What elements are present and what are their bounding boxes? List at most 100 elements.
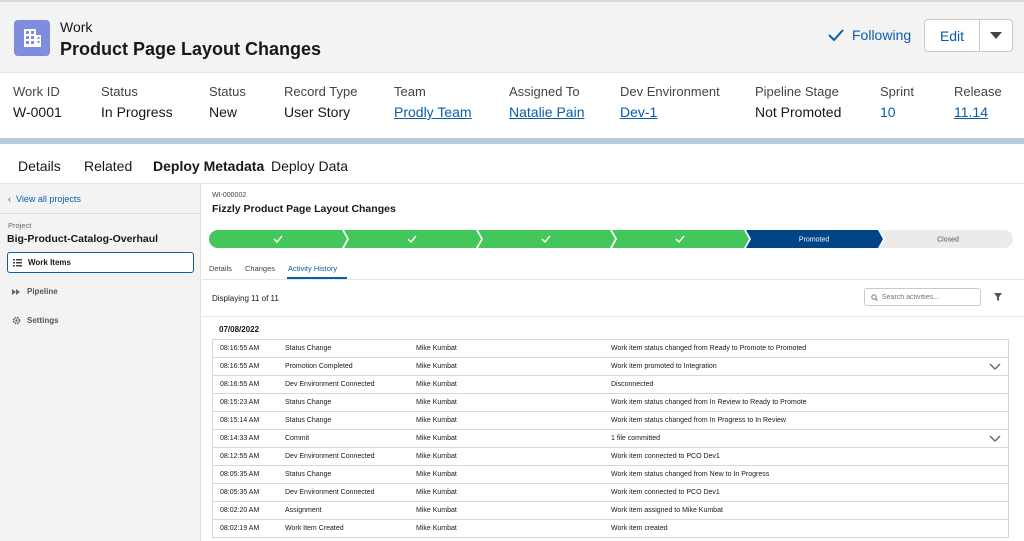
row-time: 08:05:35 AM xyxy=(220,489,260,496)
object-label: Work xyxy=(60,19,93,35)
table-row: 08:05:35 AM Status Change Mike Kumbat Work … xyxy=(213,466,1008,484)
search-activities[interactable] xyxy=(864,288,981,306)
expand-chevron-icon[interactable] xyxy=(988,360,1002,374)
row-event: Assignment xyxy=(285,507,322,514)
field-label: Team xyxy=(394,84,426,99)
table-row: 08:16:55 AM Dev Environment Connected Mike… xyxy=(213,376,1008,394)
building-icon xyxy=(14,20,50,56)
field-status: Status In Progress xyxy=(101,84,173,120)
release-link[interactable]: 11.14 xyxy=(954,104,1002,120)
field-release: Release 11.14 xyxy=(954,84,1002,120)
team-link[interactable]: Prodly Team xyxy=(394,104,472,120)
pipeline-icon xyxy=(12,288,20,295)
row-time: 08:16:55 AM xyxy=(220,345,260,352)
tab-related[interactable]: Related xyxy=(84,158,132,174)
table-row[interactable]: 08:14:33 AM Commit Mike Kumbat 1 file commi… xyxy=(213,430,1008,448)
row-user: Mike Kumbat xyxy=(416,417,457,424)
field-team: Team Prodly Team xyxy=(394,84,472,120)
row-user: Mike Kumbat xyxy=(416,525,457,532)
work-item-id: WI-000002 xyxy=(212,192,247,199)
tab-deploy-metadata[interactable]: Deploy Metadata xyxy=(153,158,264,174)
path-stage-2[interactable] xyxy=(344,230,481,248)
edit-button[interactable]: Edit xyxy=(924,19,980,52)
main-panel: WI-000002 Fizzly Product Page Layout Cha… xyxy=(202,184,1024,541)
project-label: Project xyxy=(8,221,32,230)
sidebar-item-label: Pipeline xyxy=(27,287,58,296)
path-stage-label: Promoted xyxy=(799,237,829,244)
field-sprint: Sprint 10 xyxy=(880,84,914,120)
row-event: Status Change xyxy=(285,417,332,424)
subtab-activity-history[interactable]: Activity History xyxy=(288,264,337,273)
path-stage-1[interactable] xyxy=(209,230,347,248)
row-description: Work item promoted to Integration xyxy=(611,363,717,370)
row-event: Work Item Created xyxy=(285,525,344,532)
table-row: 08:15:23 AM Status Change Mike Kumbat Work … xyxy=(213,394,1008,412)
tab-deploy-data[interactable]: Deploy Data xyxy=(271,158,348,174)
dev-environment-link[interactable]: Dev-1 xyxy=(620,104,720,120)
more-actions-button[interactable] xyxy=(979,19,1013,52)
filter-button[interactable] xyxy=(990,289,1006,305)
field-label: Sprint xyxy=(880,84,914,99)
field-label: Dev Environment xyxy=(620,84,720,99)
following-label: Following xyxy=(852,27,912,43)
list-icon xyxy=(13,258,22,266)
field-value: W-0001 xyxy=(13,104,62,120)
row-time: 08:02:20 AM xyxy=(220,507,260,514)
sidebar-item-settings[interactable]: Settings xyxy=(7,310,194,331)
path-stage-4[interactable] xyxy=(612,230,749,248)
row-description: Work item assigned to Mike Kumbat xyxy=(611,507,723,514)
search-input[interactable] xyxy=(882,293,972,301)
work-item-title: Fizzly Product Page Layout Changes xyxy=(212,203,396,215)
view-all-projects-link[interactable]: ‹ View all projects xyxy=(8,194,81,204)
row-user: Mike Kumbat xyxy=(416,345,457,352)
row-user: Mike Kumbat xyxy=(416,363,457,370)
divider xyxy=(202,279,1024,280)
path-stage-3[interactable] xyxy=(478,230,615,248)
tab-details[interactable]: Details xyxy=(18,158,61,174)
following-button[interactable]: Following xyxy=(828,27,911,43)
gear-icon xyxy=(12,316,21,325)
sprint-link[interactable]: 10 xyxy=(880,104,914,120)
row-description: Work item status changed from Ready to P… xyxy=(611,345,807,352)
subtab-changes[interactable]: Changes xyxy=(245,264,275,273)
row-time: 08:16:55 AM xyxy=(220,381,260,388)
row-description: Work item status changed from In Progres… xyxy=(611,417,786,424)
table-row[interactable]: 08:16:55 AM Promotion Completed Mike Kumba… xyxy=(213,358,1008,376)
sidebar-item-label: Settings xyxy=(27,316,59,325)
row-time: 08:15:14 AM xyxy=(220,417,260,424)
sidebar-item-label: Work Items xyxy=(28,258,71,267)
displaying-count: Displaying 11 of 11 xyxy=(212,294,279,303)
divider xyxy=(202,316,1024,317)
field-dev-environment: Dev Environment Dev-1 xyxy=(620,84,720,120)
subtab-details[interactable]: Details xyxy=(209,264,232,273)
expand-chevron-icon[interactable] xyxy=(988,432,1002,446)
row-user: Mike Kumbat xyxy=(416,381,457,388)
field-pipeline-stage: Pipeline Stage Not Promoted xyxy=(755,84,841,120)
row-event: Status Change xyxy=(285,345,332,352)
row-time: 08:14:33 AM xyxy=(220,435,260,442)
field-label: Record Type xyxy=(284,84,358,99)
assigned-to-link[interactable]: Natalie Pain xyxy=(509,104,585,120)
record-header: Work Product Page Layout Changes Followi… xyxy=(0,0,1024,72)
stage-path: Promoted Closed xyxy=(209,230,1013,248)
row-user: Mike Kumbat xyxy=(416,489,457,496)
search-icon xyxy=(871,293,878,301)
table-row: 08:12:55 AM Dev Environment Connected Mike… xyxy=(213,448,1008,466)
back-label: View all projects xyxy=(16,194,81,204)
row-time: 08:15:23 AM xyxy=(220,399,260,406)
field-assigned-to: Assigned To Natalie Pain xyxy=(509,84,585,120)
row-event: Dev Environment Connected xyxy=(285,381,375,388)
sidebar-item-work-items[interactable]: Work Items xyxy=(7,252,194,273)
table-row: 08:16:55 AM Status Change Mike Kumbat Work … xyxy=(213,340,1008,358)
field-label: Release xyxy=(954,84,1002,99)
row-description: Work item status changed from New to In … xyxy=(611,471,770,478)
field-value: Not Promoted xyxy=(755,104,842,120)
path-stage-label: Closed xyxy=(937,237,959,244)
row-description: 1 file committed xyxy=(611,435,661,442)
field-record-type: Record Type User Story xyxy=(284,84,357,120)
sidebar-item-pipeline[interactable]: Pipeline xyxy=(7,281,194,302)
row-description: Disconnected xyxy=(611,381,654,388)
row-time: 08:16:55 AM xyxy=(220,363,260,370)
field-label: Assigned To xyxy=(509,84,580,99)
table-row: 08:02:20 AM Assignment Mike Kumbat Work ite… xyxy=(213,502,1008,520)
